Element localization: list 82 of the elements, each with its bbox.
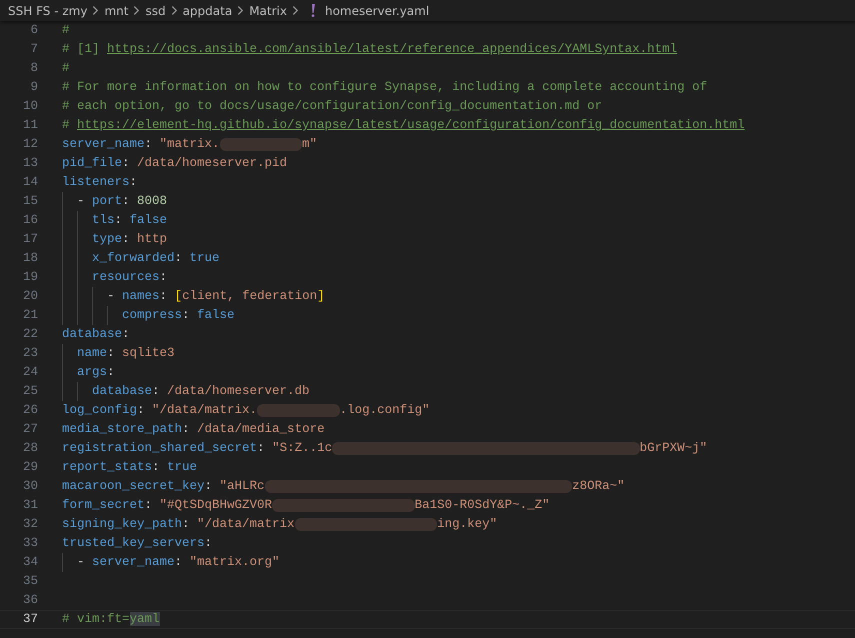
code-text: # For more information on how to configure Synapse, including a complete accounting of — [62, 79, 708, 96]
code-text: - names: [client, federation] — [107, 288, 325, 305]
code-text: bGrPXW~j" — [640, 440, 708, 457]
chevron-right-icon — [92, 5, 100, 16]
line-number: 24 — [22, 364, 38, 381]
code-text: server_name: "matrix. — [62, 136, 220, 153]
line-number: 31 — [22, 497, 38, 514]
code-text: # each option, go to docs/usage/configuration/config_documentation.md or — [62, 98, 602, 115]
line-number: 13 — [22, 155, 38, 172]
line-number: 22 — [22, 326, 38, 343]
code-text: # vim:ft=yaml — [62, 611, 160, 628]
code-text: z8ORa~" — [572, 478, 625, 495]
line-number: 18 — [22, 250, 38, 267]
line-number: 19 — [22, 269, 38, 286]
code-text: # https://element-hq.github.io/synapse/latest/usage/configuration/config_documentation.html — [62, 117, 745, 134]
breadcrumb-item[interactable]: mnt — [104, 4, 128, 18]
line-number: 16 — [22, 212, 38, 229]
code-text: registration_shared_secret: "S:Z..1c — [62, 440, 332, 457]
line-number: 14 — [22, 174, 38, 191]
line-number: 7 — [29, 41, 38, 58]
line-number: 11 — [22, 117, 38, 134]
code-text: name: sqlite3 — [77, 345, 175, 362]
code-text: args: — [77, 364, 115, 381]
line-number: 37 — [22, 611, 38, 628]
line-number: 12 — [22, 136, 38, 153]
code-text: # — [62, 60, 70, 77]
code-text: media_store_path: /data/media_store — [62, 421, 325, 438]
code-text: signing_key_path: "/data/matrix — [62, 516, 295, 533]
line-number: 23 — [22, 345, 38, 362]
code-text: database: — [62, 326, 130, 343]
code-text: - server_name: "matrix.org" — [77, 554, 280, 571]
line-number: 21 — [22, 307, 38, 324]
line-number: 15 — [22, 193, 38, 210]
line-number: 28 — [22, 440, 38, 457]
line-number: 20 — [22, 288, 38, 305]
line-number: 8 — [29, 60, 38, 77]
breadcrumb-item[interactable]: homeserver.yaml — [324, 4, 430, 18]
code-text: tls: false — [92, 212, 168, 229]
line-number: 33 — [22, 535, 38, 552]
line-number: 25 — [22, 383, 38, 400]
code-text: listeners: — [62, 174, 138, 191]
code-text: database: /data/homeserver.db — [92, 383, 310, 400]
code-text: trusted_key_servers: — [62, 535, 212, 552]
line-number: 30 — [22, 478, 38, 495]
link[interactable]: https://docs.ansible.com/ansible/latest/reference_appendices/YAMLSyntax.html — [107, 42, 678, 56]
code-text: m" — [302, 136, 318, 153]
line-number: 36 — [22, 592, 38, 609]
line-number: 9 — [29, 79, 38, 96]
code-text: log_config: "/data/matrix. — [62, 402, 258, 419]
line-number: 10 — [22, 98, 38, 115]
code-text: # [1] https://docs.ansible.com/ansible/latest/reference_appendices/YAMLSyntax.html — [62, 41, 678, 58]
code-text: resources: — [92, 269, 168, 286]
code-text: # — [62, 22, 70, 39]
code-text: .log.config" — [340, 402, 430, 419]
breadcrumb-item[interactable]: appdata — [182, 4, 232, 18]
line-number: 34 — [22, 554, 38, 571]
code-text: form_secret: "#QtSDqBHwGZV0R — [62, 497, 272, 514]
code-text: compress: false — [122, 307, 235, 324]
chevron-right-icon — [237, 5, 244, 16]
line-number: 17 — [22, 231, 38, 248]
chevron-right-icon — [292, 5, 299, 16]
breadcrumb-item[interactable]: ssd — [145, 4, 166, 18]
code-text: x_forwarded: true — [92, 250, 220, 267]
line-number: 29 — [22, 459, 38, 476]
code-text: pid_file: /data/homeserver.pid — [62, 155, 288, 172]
line-number: 32 — [22, 516, 38, 533]
code-text: report_stats: true — [62, 459, 198, 476]
line-number: 27 — [22, 421, 38, 438]
breadcrumb-item[interactable]: SSH FS - zmy — [8, 4, 88, 18]
line-number: 6 — [29, 22, 38, 39]
line-number: 26 — [22, 402, 38, 419]
breadcrumb-item[interactable]: Matrix — [249, 4, 287, 18]
code-text: ing.key" — [437, 516, 498, 533]
chevron-right-icon — [170, 5, 178, 16]
chevron-right-icon — [133, 5, 140, 16]
exclamation-icon — [310, 3, 316, 18]
line-number: 35 — [22, 573, 38, 590]
code-text: macaroon_secret_key: "aHLRc — [62, 478, 265, 495]
code-text: - port: 8008 — [77, 193, 168, 210]
code-text: type: http — [92, 231, 168, 248]
link[interactable]: https://element-hq.github.io/synapse/latest/usage/configuration/config_documentation.html — [77, 118, 745, 132]
code-text: Ba1S0-R0SdY&P~._Z" — [414, 497, 550, 514]
